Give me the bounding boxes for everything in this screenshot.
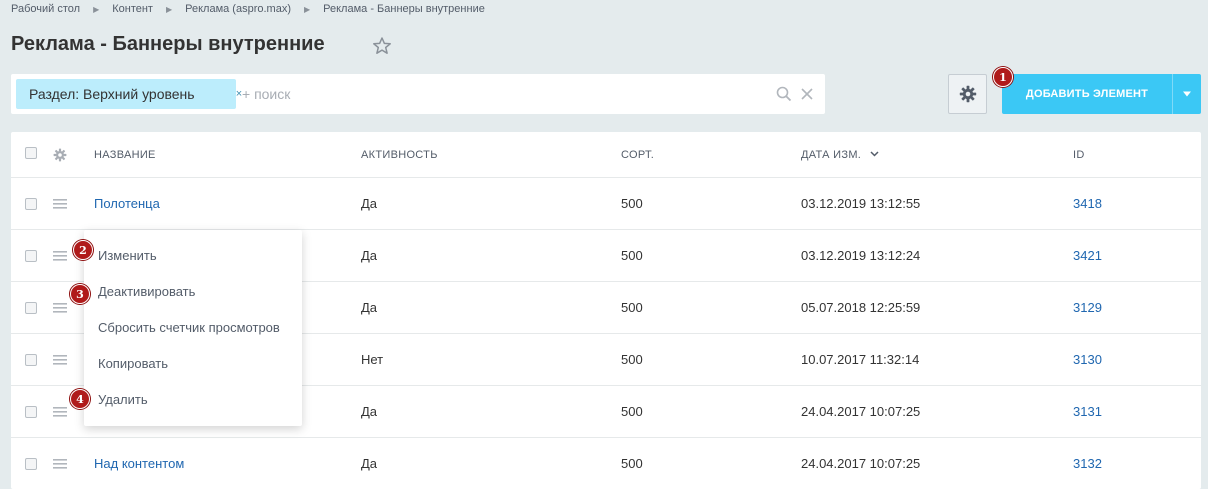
row-id-link[interactable]: 3421 xyxy=(1073,248,1102,263)
row-checkbox[interactable] xyxy=(25,406,37,418)
filter-bar[interactable]: Раздел: Верхний уровень × xyxy=(11,74,825,114)
filter-chip[interactable]: Раздел: Верхний уровень xyxy=(16,79,236,109)
row-date: 24.04.2017 10:07:25 xyxy=(801,456,921,471)
column-header-sort[interactable]: Сорт. xyxy=(621,149,654,161)
row-id-link[interactable]: 3418 xyxy=(1073,196,1102,211)
annotation-badge: 3 xyxy=(70,284,90,304)
drag-handle-icon[interactable] xyxy=(53,198,67,210)
chevron-right-icon: ▶ xyxy=(303,4,311,14)
row-date: 24.04.2017 10:07:25 xyxy=(801,404,921,419)
gear-icon[interactable] xyxy=(53,148,67,162)
row-date: 03.12.2019 13:12:24 xyxy=(801,248,921,263)
drag-handle-icon[interactable] xyxy=(53,250,67,262)
column-header-active[interactable]: Активность xyxy=(361,149,438,161)
row-sort: 500 xyxy=(621,248,643,263)
chevron-right-icon: ▶ xyxy=(165,4,173,14)
table-row[interactable]: Полотенца Да 500 03.12.2019 13:12:55 341… xyxy=(11,178,1201,230)
row-active: Да xyxy=(361,248,378,263)
column-header-id[interactable]: ID xyxy=(1073,149,1085,161)
breadcrumb-item-content[interactable]: Контент xyxy=(112,3,153,15)
row-id-link[interactable]: 3129 xyxy=(1073,300,1102,315)
row-id-link[interactable]: 3132 xyxy=(1073,456,1102,471)
chevron-right-icon: ▶ xyxy=(93,4,100,14)
row-checkbox[interactable] xyxy=(25,302,37,314)
row-active: Да xyxy=(361,404,378,419)
menu-item-reset-views[interactable]: Сбросить счетчик просмотров xyxy=(98,320,280,335)
row-checkbox[interactable] xyxy=(25,458,37,470)
chevron-down-icon xyxy=(1183,91,1191,97)
row-active: Да xyxy=(361,196,378,211)
close-icon[interactable] xyxy=(800,87,814,101)
row-sort: 500 xyxy=(621,404,643,419)
row-active: Нет xyxy=(361,352,384,367)
menu-item-copy[interactable]: Копировать xyxy=(98,356,168,371)
row-date: 05.07.2018 12:25:59 xyxy=(801,300,921,315)
search-input[interactable] xyxy=(242,79,762,109)
menu-item-deactivate[interactable]: Деактивировать xyxy=(98,284,195,299)
row-checkbox[interactable] xyxy=(25,250,37,262)
row-sort: 500 xyxy=(621,196,643,211)
select-all-checkbox[interactable] xyxy=(25,147,37,159)
table-row[interactable]: Над контентом Да 500 24.04.2017 10:07:25… xyxy=(11,438,1201,489)
row-active: Да xyxy=(361,456,378,471)
column-header-date[interactable]: Дата изм. xyxy=(801,149,861,161)
row-name-link[interactable]: Полотенца xyxy=(94,196,160,211)
add-element-dropdown[interactable] xyxy=(1172,74,1201,114)
star-icon[interactable] xyxy=(372,36,392,56)
settings-button[interactable] xyxy=(948,74,987,114)
drag-handle-icon[interactable] xyxy=(53,302,67,314)
row-checkbox[interactable] xyxy=(25,198,37,210)
row-date: 10.07.2017 11:32:14 xyxy=(801,352,920,367)
column-header-name[interactable]: Название xyxy=(94,149,156,161)
drag-handle-icon[interactable] xyxy=(53,458,67,470)
breadcrumb: Рабочий стол ▶ Контент ▶ Реклама (aspro.… xyxy=(11,3,485,15)
row-id-link[interactable]: 3131 xyxy=(1073,404,1102,419)
sort-chevron-down-icon xyxy=(870,151,879,157)
annotation-badge: 1 xyxy=(993,67,1013,87)
filter-chip-label: Раздел: Верхний уровень xyxy=(29,86,195,102)
menu-item-delete[interactable]: Удалить xyxy=(98,392,148,407)
add-element-button[interactable]: Добавить элемент xyxy=(1002,74,1172,114)
row-sort: 500 xyxy=(621,300,643,315)
row-checkbox[interactable] xyxy=(25,354,37,366)
breadcrumb-item-current[interactable]: Реклама - Баннеры внутренние xyxy=(323,3,485,15)
breadcrumb-item-advertising[interactable]: Реклама (aspro.max) xyxy=(185,3,291,15)
row-name-link[interactable]: Над контентом xyxy=(94,456,184,471)
annotation-badge: 2 xyxy=(73,240,93,260)
menu-item-edit[interactable]: Изменить xyxy=(98,248,157,263)
row-active: Да xyxy=(361,300,378,315)
annotation-badge: 4 xyxy=(70,389,90,409)
row-context-menu: Изменить Деактивировать Сбросить счетчик… xyxy=(84,230,302,426)
row-sort: 500 xyxy=(621,456,643,471)
table-header: Название Активность Сорт. Дата изм. ID xyxy=(11,132,1201,178)
search-icon[interactable] xyxy=(776,86,792,102)
page-title: Реклама - Баннеры внутренние xyxy=(11,33,325,55)
drag-handle-icon[interactable] xyxy=(53,406,67,418)
gear-icon xyxy=(959,85,976,103)
row-date: 03.12.2019 13:12:55 xyxy=(801,196,921,211)
drag-handle-icon[interactable] xyxy=(53,354,67,366)
row-id-link[interactable]: 3130 xyxy=(1073,352,1102,367)
breadcrumb-item-desktop[interactable]: Рабочий стол xyxy=(11,3,80,15)
row-sort: 500 xyxy=(621,352,643,367)
